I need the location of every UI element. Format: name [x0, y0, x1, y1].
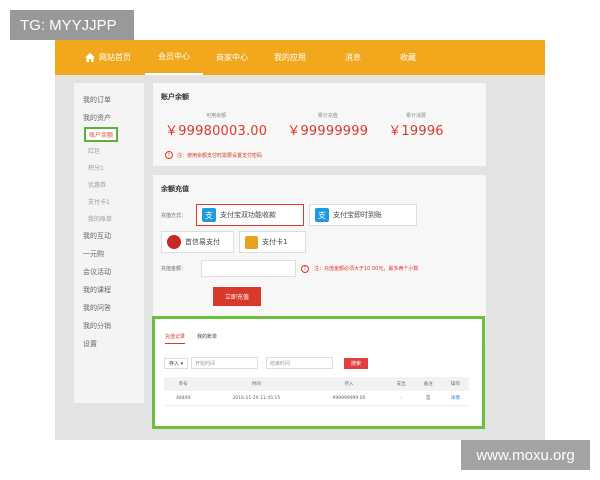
- recharge-label: 累计充值: [317, 113, 338, 119]
- recharge-amount: ￥99999999: [287, 124, 369, 139]
- sidebar-sub-coupons[interactable]: 优惠券: [74, 176, 144, 193]
- method-label: 充值方式：: [161, 212, 187, 219]
- submit-row: 立即充值: [153, 277, 486, 306]
- pay-shouxin[interactable]: 首信易支付: [161, 231, 234, 253]
- available-amount: ￥99980003.00: [165, 124, 268, 139]
- pay-card[interactable]: 支付卡1: [239, 231, 306, 253]
- alipay-icon: 支: [315, 208, 329, 222]
- balance-note: ! 注：使用余额支付时需要设置支付密码: [153, 139, 486, 159]
- col-op: 操作: [441, 377, 469, 391]
- type-select-value: 存入: [169, 360, 180, 367]
- sidebar: 我的订单 我的资产 账户余额 红包 积分1 优惠券 支付卡1 我的账单 我的互动…: [74, 83, 144, 403]
- nav-item-apps[interactable]: 我的应用: [261, 40, 319, 75]
- method-row: 充值方式： 支 支付宝双功能收款 支 支付宝即时到账: [153, 194, 486, 226]
- balance-panel: 账户余额 可用余额 ￥99980003.00 累计充值 ￥99999999 累计…: [153, 83, 486, 166]
- cell-in: ¥99999999.00: [310, 391, 388, 406]
- details-link[interactable]: 详情: [441, 391, 469, 406]
- nav-item-messages[interactable]: 消息: [319, 40, 374, 75]
- nav-item-member[interactable]: 会员中心: [145, 40, 203, 75]
- search-button[interactable]: 搜索: [343, 357, 368, 369]
- tab-my-bills[interactable]: 我的账单: [197, 333, 217, 344]
- balance-note-text: 注：使用余额支付时需要设置支付密码: [177, 152, 263, 159]
- spent-amount: ￥19996: [388, 124, 444, 139]
- sidebar-item-balance[interactable]: 账户余额: [84, 127, 119, 142]
- col-time: 时间: [202, 377, 311, 391]
- card-icon: [245, 235, 258, 249]
- nav-home-label: 网站首页: [99, 53, 131, 62]
- available-label: 可用余额: [206, 113, 227, 119]
- nav-item-merchant[interactable]: 商家中心: [203, 40, 261, 75]
- cell-out: -: [387, 391, 415, 406]
- end-date-input[interactable]: 结束时间: [265, 357, 333, 369]
- amount-label: 充值金额：: [161, 266, 187, 272]
- sidebar-item-events[interactable]: 会议活动: [74, 263, 144, 281]
- balance-title: 账户余额: [161, 93, 189, 101]
- sidebar-sub-paycard[interactable]: 支付卡1: [74, 193, 144, 210]
- pay-alipay-dual-label: 支付宝双功能收款: [220, 211, 276, 219]
- amount-row: 充值金额： ! 注：充值金额必须大于10.00元，最多两个小数: [153, 253, 486, 277]
- top-nav: 网站首页 会员中心 商家中心 我的应用 消息 收藏: [55, 40, 545, 75]
- table-header: 单号 时间 存入 支出 备注 操作: [164, 377, 469, 391]
- app-frame: 网站首页 会员中心 商家中心 我的应用 消息 收藏 我的订单 我的资产 账户余额…: [55, 40, 545, 440]
- type-select[interactable]: 存入 ▾: [164, 357, 189, 369]
- total-spent: 累计消费 ￥19996: [388, 112, 444, 139]
- sidebar-sub-redpacket[interactable]: 红包: [74, 142, 144, 159]
- records-filter: 存入 ▾ 开始时间 - 结束时间 搜索: [155, 344, 482, 369]
- col-id: 单号: [164, 377, 203, 391]
- home-icon: [85, 53, 95, 62]
- amount-input[interactable]: [201, 260, 296, 277]
- shouxin-icon: [167, 235, 181, 249]
- tab-recharge-records[interactable]: 充值记录: [165, 333, 186, 344]
- col-out: 支出: [387, 377, 415, 391]
- records-table: 单号 时间 存入 支出 备注 操作 48409 2016-11-29 11:45…: [164, 377, 469, 406]
- main-content: 我的订单 我的资产 账户余额 红包 积分1 优惠券 支付卡1 我的账单 我的互动…: [55, 75, 545, 440]
- pay-card-label: 支付卡1: [262, 238, 288, 246]
- nav-item-favorites[interactable]: 收藏: [374, 40, 429, 75]
- pay-alipay-dual[interactable]: 支 支付宝双功能收款: [196, 204, 304, 226]
- spent-label: 累计消费: [405, 113, 426, 119]
- recharge-title: 余额充值: [161, 185, 189, 193]
- total-recharge: 累计充值 ￥99999999: [287, 112, 368, 139]
- warning-icon: !: [301, 264, 309, 273]
- sidebar-item-orders[interactable]: 我的订单: [74, 91, 144, 109]
- available-balance: 可用余额 ￥99980003.00: [165, 112, 267, 139]
- col-in: 存入: [310, 377, 388, 391]
- balance-stats: 可用余额 ￥99980003.00 累计充值 ￥99999999 累计消费 ￥1…: [153, 102, 486, 139]
- watermark: www.moxu.org: [461, 440, 590, 470]
- cell-note: 是: [414, 391, 442, 406]
- pay-alipay-instant-label: 支付宝即时到账: [333, 211, 382, 219]
- sidebar-sub-points[interactable]: 积分1: [74, 159, 144, 176]
- sidebar-item-distribution[interactable]: 我的分销: [74, 317, 144, 335]
- records-tabs: 充值记录 我的账单: [155, 319, 482, 344]
- recharge-button[interactable]: 立即充值: [213, 287, 262, 306]
- amount-note: 注：充值金额必须大于10.00元，最多两个小数: [314, 266, 419, 272]
- alipay-icon: 支: [202, 208, 216, 222]
- sidebar-sub-bills[interactable]: 我的账单: [74, 210, 144, 227]
- sidebar-item-settings[interactable]: 设置: [74, 335, 144, 353]
- sidebar-item-courses[interactable]: 我的课程: [74, 281, 144, 299]
- tg-tag: TG: MYYJJPP: [10, 10, 134, 40]
- pay-alipay-instant[interactable]: 支 支付宝即时到账: [309, 204, 417, 226]
- sidebar-item-assets[interactable]: 我的资产: [74, 109, 144, 127]
- method-row-2: 首信易支付 支付卡1: [153, 226, 486, 253]
- sidebar-item-one-yuan[interactable]: 一元购: [74, 245, 144, 263]
- sidebar-item-interaction[interactable]: 我的互动: [74, 227, 144, 245]
- cell-time: 2016-11-29 11:45:15: [202, 391, 311, 406]
- date-separator: -: [261, 360, 263, 366]
- nav-home[interactable]: 网站首页: [55, 40, 145, 75]
- table-row: 48409 2016-11-29 11:45:15 ¥99999999.00 -…: [164, 391, 469, 406]
- sidebar-item-qa[interactable]: 我的问答: [74, 299, 144, 317]
- warning-icon: !: [165, 151, 173, 159]
- col-note: 备注: [414, 377, 442, 391]
- cell-id: 48409: [164, 391, 203, 406]
- start-date-input[interactable]: 开始时间: [191, 357, 259, 369]
- pay-shouxin-label: 首信易支付: [185, 238, 220, 246]
- records-panel: 充值记录 我的账单 存入 ▾ 开始时间 - 结束时间 搜索 单号 时间 存入 支…: [152, 316, 485, 429]
